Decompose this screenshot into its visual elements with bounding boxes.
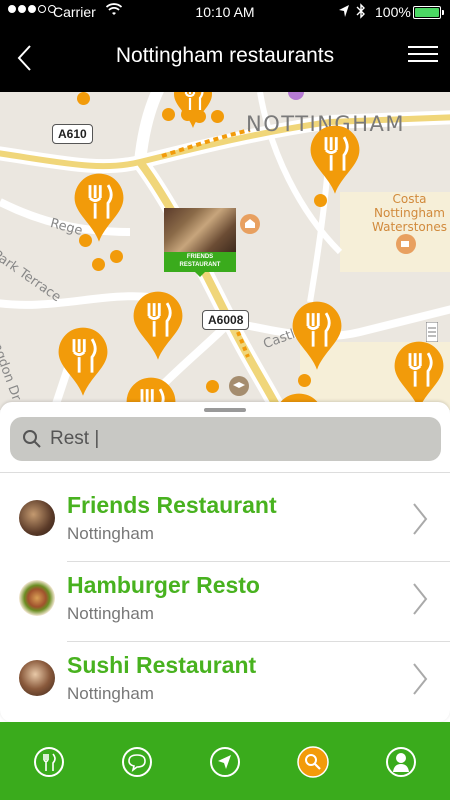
restaurant-name: Sushi Restaurant (67, 652, 257, 678)
map-poi-dot[interactable] (110, 250, 123, 263)
restaurant-pin-icon[interactable] (290, 300, 344, 370)
map-place-label: Costa Nottingham Waterstones (372, 192, 448, 234)
school-icon (229, 376, 249, 396)
map-view[interactable]: NOTTINGHAM Costa Nottingham Waterstones … (0, 92, 450, 410)
road-shield-a6008: A6008 (202, 310, 250, 330)
restaurant-pin-icon[interactable] (72, 172, 126, 242)
restaurant-city: Nottingham (67, 604, 154, 623)
results-list: Friends Restaurant Nottingham Hamburger … (0, 482, 450, 722)
parking-icon (426, 322, 438, 342)
restaurant-pin-icon[interactable] (392, 340, 446, 410)
search-input-value: Rest | (50, 428, 100, 449)
results-panel: Rest | Friends Restaurant Nottingham Ham… (0, 402, 450, 722)
list-item[interactable]: Friends Restaurant Nottingham (0, 482, 450, 562)
bluetooth-icon (356, 3, 365, 19)
road-shield-a610: A610 (52, 124, 93, 144)
restaurant-photo (164, 208, 236, 252)
map-poi-dot[interactable] (298, 374, 311, 387)
chevron-right-icon (413, 583, 428, 615)
selected-restaurant-marker[interactable]: FRIENDS RESTAURANT (164, 208, 236, 277)
restaurant-pin-icon[interactable] (56, 326, 110, 396)
chevron-right-icon (413, 663, 428, 695)
map-poi-dot[interactable] (206, 380, 219, 393)
menu-button[interactable] (408, 46, 438, 70)
cafe-icon (396, 234, 416, 254)
divider (0, 472, 450, 473)
tab-bar (0, 722, 450, 800)
battery-icon (413, 6, 444, 19)
profile-icon[interactable] (385, 746, 417, 778)
restaurant-icon[interactable] (33, 746, 65, 778)
list-item[interactable]: Sushi Restaurant Nottingham (0, 642, 450, 722)
restaurant-thumbnail (19, 500, 55, 536)
map-poi-dot[interactable] (77, 92, 90, 105)
chevron-right-icon (413, 503, 428, 535)
landmark-icon (240, 214, 260, 234)
status-bar: Carrier 10:10 AM 100% (0, 0, 450, 24)
location-arrow-icon (339, 5, 349, 17)
restaurant-thumbnail (19, 660, 55, 696)
restaurant-name: Friends Restaurant (67, 492, 277, 518)
restaurant-city: Nottingham (67, 684, 154, 703)
battery-percent: 100% (375, 4, 411, 20)
navigation-icon[interactable] (209, 746, 241, 778)
selected-marker-label: FRIENDS RESTAURANT (164, 252, 236, 272)
search-icon (23, 430, 41, 448)
drag-handle[interactable] (204, 408, 246, 412)
restaurant-city: Nottingham (67, 524, 154, 543)
chat-icon[interactable] (121, 746, 153, 778)
restaurant-name: Hamburger Resto (67, 572, 260, 598)
restaurant-thumbnail (19, 580, 55, 616)
search-icon[interactable] (297, 746, 329, 778)
nav-header: Nottingham restaurants (0, 24, 450, 92)
restaurant-pin-icon[interactable] (308, 124, 362, 194)
map-poi-dot[interactable] (314, 194, 327, 207)
search-input[interactable]: Rest | (10, 417, 441, 461)
map-poi-dot[interactable] (92, 258, 105, 271)
page-title: Nottingham restaurants (115, 44, 335, 67)
restaurant-pin-icon[interactable] (131, 290, 185, 360)
list-item[interactable]: Hamburger Resto Nottingham (0, 562, 450, 642)
restaurant-pin-icon[interactable] (172, 92, 214, 128)
